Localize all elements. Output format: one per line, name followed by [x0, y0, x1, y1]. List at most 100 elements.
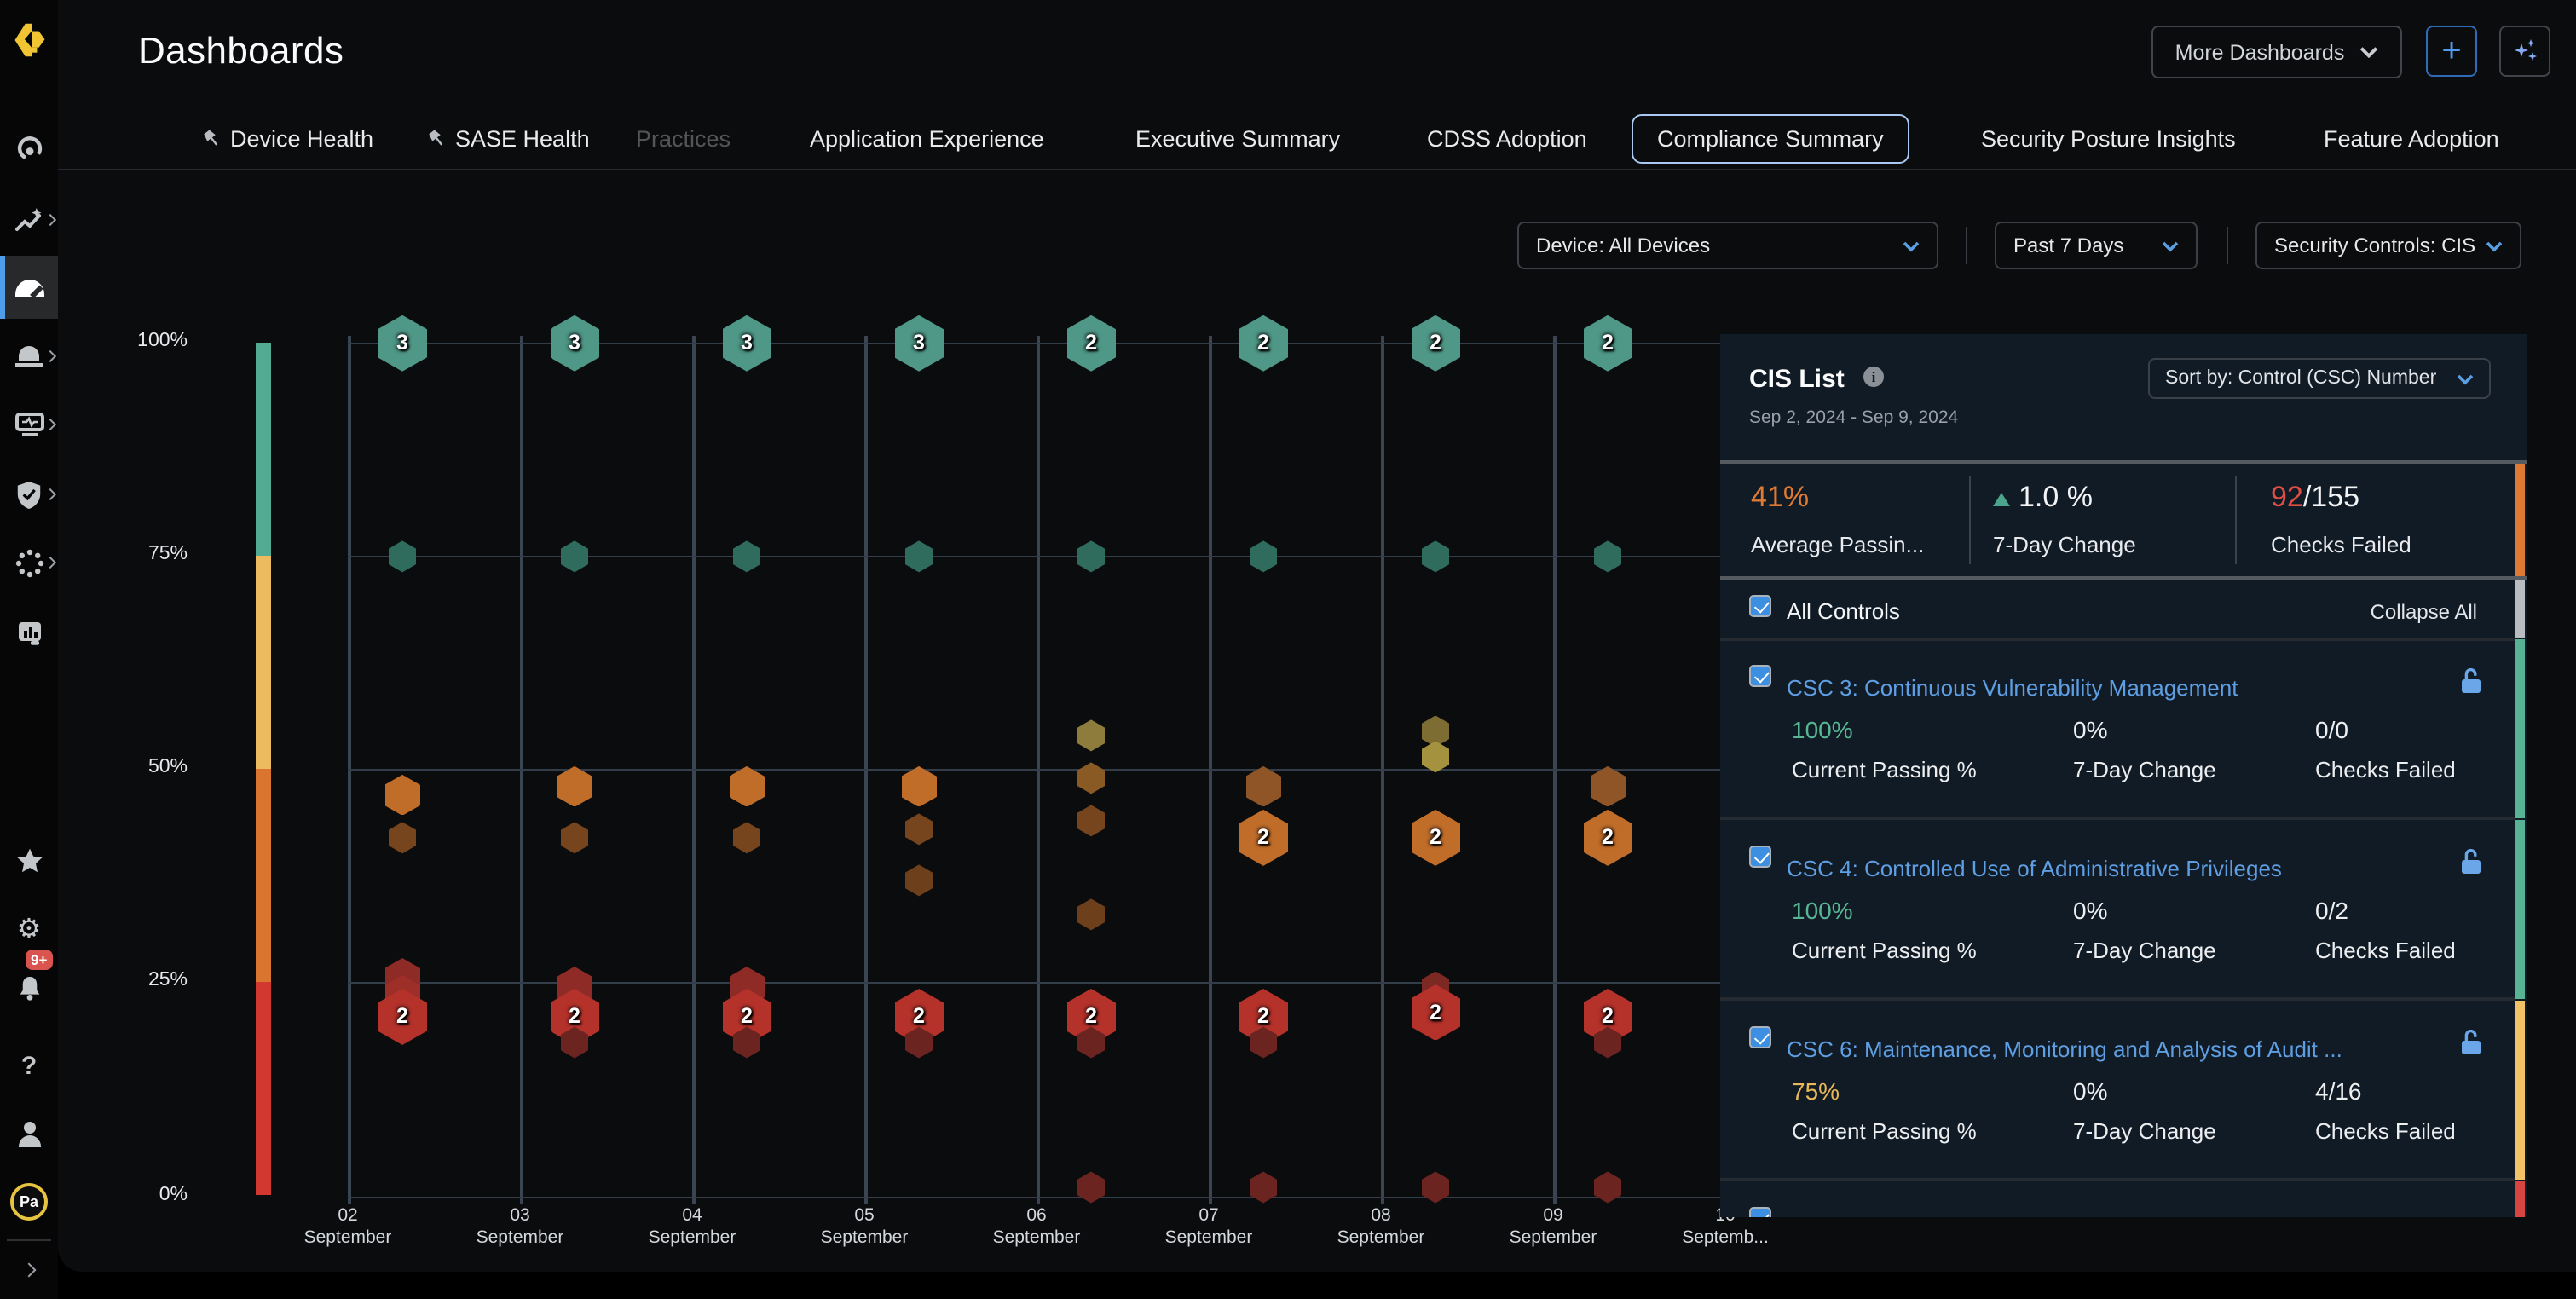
hexbin-count: 2 — [1257, 826, 1269, 850]
hexbin-point[interactable]: 2 — [1411, 810, 1460, 866]
hexbin-point[interactable] — [1250, 540, 1277, 572]
tab-feature-adoption[interactable]: Feature Adoption — [2324, 114, 2499, 164]
unlock-icon[interactable] — [2460, 849, 2482, 875]
more-dashboards-button[interactable]: More Dashboards — [2151, 26, 2402, 78]
csc-row-checkbox[interactable] — [1749, 1026, 1771, 1048]
chevron-right-icon — [44, 214, 56, 226]
collapse-all-link[interactable]: Collapse All — [2371, 600, 2477, 624]
hexbin-point[interactable] — [561, 540, 588, 572]
stats-separator — [1969, 476, 1971, 564]
sidebar-item-notifications[interactable]: 9+ — [0, 960, 58, 1018]
csc-row-title[interactable]: CSC 4: Controlled Use of Administrative … — [1787, 856, 2443, 881]
hexbin-point[interactable] — [1077, 540, 1105, 572]
time-range-dropdown[interactable]: Past 7 Days — [1995, 222, 2198, 269]
hexbin-point[interactable]: 3 — [550, 315, 599, 372]
add-dashboard-button[interactable]: + — [2426, 26, 2477, 77]
csc-row-title[interactable]: CSC 3: Continuous Vulnerability Manageme… — [1787, 675, 2443, 701]
hexbin-point[interactable]: 2 — [1239, 810, 1288, 866]
avg-passing-value: 41% — [1751, 481, 1809, 515]
hexbin-point[interactable]: 3 — [894, 315, 944, 372]
ai-assistant-button[interactable] — [2499, 26, 2550, 77]
csc-passing-value: 100% — [1792, 897, 1853, 924]
hexbin-point[interactable]: 2 — [1411, 984, 1460, 1041]
hexbin-point[interactable] — [1250, 1171, 1277, 1203]
csc-passing-value: 75% — [1792, 1077, 1840, 1105]
hexbin-point[interactable]: 2 — [1066, 315, 1116, 372]
hexbin-point[interactable] — [729, 766, 765, 807]
sidebar-item-insights[interactable] — [0, 191, 58, 249]
hexbin-count: 2 — [1602, 826, 1614, 850]
hexbin-point[interactable]: 2 — [1411, 315, 1460, 372]
hexbin-point[interactable] — [1422, 741, 1449, 772]
csc-row-title[interactable]: CSC 6: Maintenance, Monitoring and Analy… — [1787, 1036, 2443, 1062]
chevron-right-icon — [22, 1263, 37, 1278]
csc-row: CSC 3: Continuous Vulnerability Manageme… — [1720, 639, 2527, 818]
security-controls-dropdown[interactable]: Security Controls: CIS — [2255, 222, 2521, 269]
hexbin-count: 3 — [569, 332, 580, 355]
hexbin-point[interactable] — [1077, 762, 1105, 794]
hexbin-point[interactable] — [1245, 766, 1281, 807]
sidebar-item-security[interactable] — [0, 465, 58, 523]
sidebar-item-reports[interactable] — [0, 603, 58, 661]
trend-up-icon — [1993, 493, 2010, 506]
hexbin-point[interactable] — [1077, 719, 1105, 751]
all-controls-checkbox[interactable] — [1749, 595, 1771, 617]
brand-logo[interactable] — [0, 10, 58, 68]
hexbin-point[interactable] — [901, 766, 937, 807]
sidebar-item-discover[interactable] — [0, 119, 58, 177]
info-icon[interactable]: i — [1863, 367, 1884, 387]
sidebar-item-help[interactable]: ? — [0, 1036, 58, 1094]
unlock-icon[interactable] — [2460, 1030, 2482, 1055]
sidebar-item-user[interactable] — [0, 1105, 58, 1163]
panel-divider — [1720, 576, 2527, 580]
hexbin-point[interactable] — [905, 540, 933, 572]
csc-row-checkbox[interactable] — [1749, 665, 1771, 687]
sort-dropdown[interactable]: Sort by: Control (CSC) Number — [2148, 358, 2491, 399]
hexbin-point[interactable] — [389, 822, 416, 853]
sidebar-item-activity[interactable] — [0, 395, 58, 453]
time-range-value: Past 7 Days — [2013, 234, 2123, 257]
hexbin-point[interactable] — [389, 540, 416, 572]
sidebar-item-favorites[interactable] — [0, 832, 58, 890]
sidebar-item-settings[interactable]: ⚙ — [0, 898, 58, 956]
hexbin-point[interactable] — [557, 766, 592, 807]
csc-row-checkbox[interactable] — [1749, 846, 1771, 868]
hexbin-point[interactable] — [1422, 1171, 1449, 1203]
cis-list-panel: CIS List i Sort by: Control (CSC) Number… — [1720, 334, 2527, 1217]
hexbin-point[interactable] — [1077, 1171, 1105, 1203]
hexbin-point[interactable] — [1077, 805, 1105, 836]
csc-failed-label: Checks Failed — [2315, 1118, 2456, 1144]
sidebar-item-alerts[interactable] — [0, 327, 58, 385]
report-icon — [16, 620, 42, 645]
hexbin-point[interactable] — [1594, 1171, 1621, 1203]
tab-label: Security Posture Insights — [1981, 126, 2236, 152]
scrollbar-thumb[interactable] — [2515, 580, 2525, 638]
sidebar-expand-button[interactable] — [0, 1241, 58, 1299]
sidebar-item-account[interactable]: Pa — [0, 1173, 58, 1231]
hexbin-point[interactable] — [733, 540, 760, 572]
csc-row-checkbox[interactable] — [1749, 1207, 1771, 1217]
dashboard-icon — [14, 279, 43, 296]
sidebar-item-dashboards[interactable] — [0, 256, 58, 319]
hexbin-point[interactable] — [905, 864, 933, 896]
avg-passing-label: Average Passin... — [1751, 532, 1924, 557]
hexbin-point[interactable] — [1422, 540, 1449, 572]
hexbin-point[interactable] — [1590, 766, 1626, 807]
hexbin-point[interactable] — [733, 822, 760, 853]
hexbin-point[interactable] — [1594, 540, 1621, 572]
hexbin-point[interactable] — [905, 813, 933, 845]
gear-icon: ⚙ — [17, 911, 42, 944]
hexbin-point[interactable]: 3 — [722, 315, 771, 372]
sidebar-item-processes[interactable] — [0, 534, 58, 592]
tab-security-posture-insights[interactable]: Security Posture Insights — [1981, 114, 2236, 164]
hexbin-point[interactable]: 2 — [1583, 810, 1632, 866]
hexbin-point[interactable]: 2 — [1239, 315, 1288, 372]
hexbin-point[interactable] — [1077, 898, 1105, 930]
x-axis-tick: 02September — [271, 1205, 425, 1250]
hexbin-point[interactable] — [561, 822, 588, 853]
gridline-horizontal — [348, 557, 1725, 558]
unlock-icon[interactable] — [2460, 668, 2482, 694]
hexbin-point[interactable] — [384, 775, 420, 816]
hexbin-point[interactable]: 3 — [378, 315, 427, 372]
hexbin-point[interactable]: 2 — [1583, 315, 1632, 372]
